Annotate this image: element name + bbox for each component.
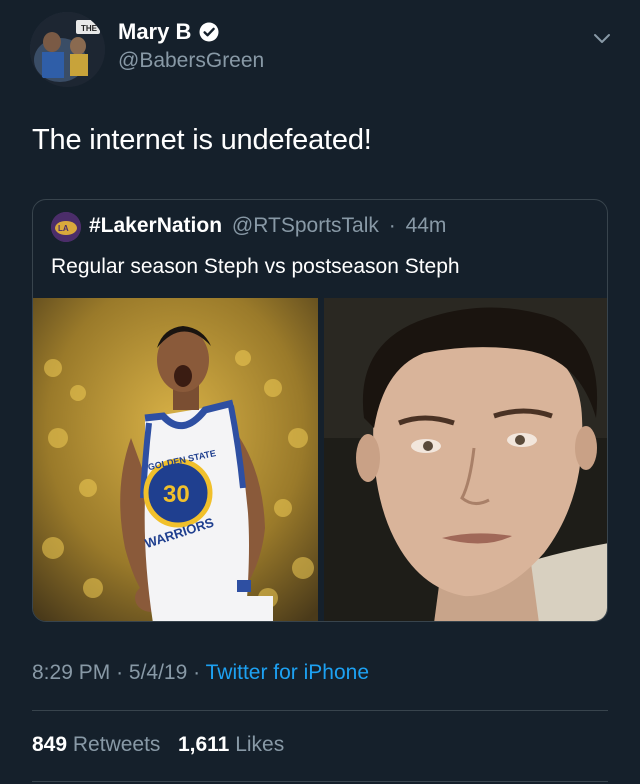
tweet-source-link[interactable]: Twitter for iPhone — [206, 661, 369, 684]
retweets-stat[interactable]: 849 Retweets — [32, 733, 166, 756]
avatar-image: THE — [30, 12, 105, 87]
author-display-name[interactable]: Mary B — [118, 19, 191, 45]
divider — [32, 710, 608, 711]
quoted-display-name: #LakerNation — [89, 214, 223, 237]
chevron-down-icon[interactable] — [592, 28, 612, 48]
meta-separator: · — [193, 661, 201, 684]
author-name-row: Mary B — [118, 19, 219, 45]
likes-stat[interactable]: 1,611 Likes — [178, 733, 284, 756]
author-handle[interactable]: @BabersGreen — [118, 49, 264, 73]
meta-separator: · — [116, 661, 124, 684]
quoted-tweet-card[interactable]: LA #LakerNation @RTSportsTalk · 44m Regu… — [32, 199, 608, 622]
likes-count: 1,611 — [177, 733, 230, 756]
quoted-time-ago: 44m — [405, 214, 447, 237]
author-avatar[interactable]: THE — [30, 12, 105, 87]
tweet-time[interactable]: 8:29 PM — [32, 661, 110, 684]
svg-text:LA: LA — [58, 224, 69, 233]
quoted-author-avatar: LA — [51, 212, 81, 242]
divider — [32, 781, 608, 782]
svg-text:THE: THE — [81, 24, 98, 33]
retweets-count: 849 — [32, 733, 68, 756]
quoted-tweet-header: #LakerNation @RTSportsTalk · 44m — [89, 214, 446, 238]
retweets-label: Retweets — [72, 733, 161, 756]
jersey-number: 30 — [163, 481, 190, 508]
quoted-separator: · — [388, 214, 396, 237]
quoted-handle: @RTSportsTalk — [231, 214, 379, 237]
tweet-date[interactable]: 5/4/19 — [129, 661, 187, 684]
photo-basketball-player-jersey[interactable]: 30 GOLDEN STATE WARRIORS — [33, 298, 318, 621]
quoted-tweet-text: Regular season Steph vs postseason Steph — [51, 255, 460, 278]
quoted-avatar-image: LA — [51, 212, 81, 242]
tweet-stats: 849 Retweets 1,611 Likes — [32, 733, 284, 757]
likes-label: Likes — [235, 733, 285, 756]
tweet-text: The internet is undefeated! — [32, 124, 372, 156]
quoted-media-grid: 30 GOLDEN STATE WARRIORS — [33, 298, 607, 621]
verified-badge-icon — [199, 22, 219, 42]
photo-man-closeup-face[interactable] — [324, 298, 607, 621]
tweet-meta: 8:29 PM · 5/4/19 · Twitter for iPhone — [32, 661, 369, 685]
tweet-detail: THE Mary B @BabersGreen The internet is … — [0, 0, 640, 784]
